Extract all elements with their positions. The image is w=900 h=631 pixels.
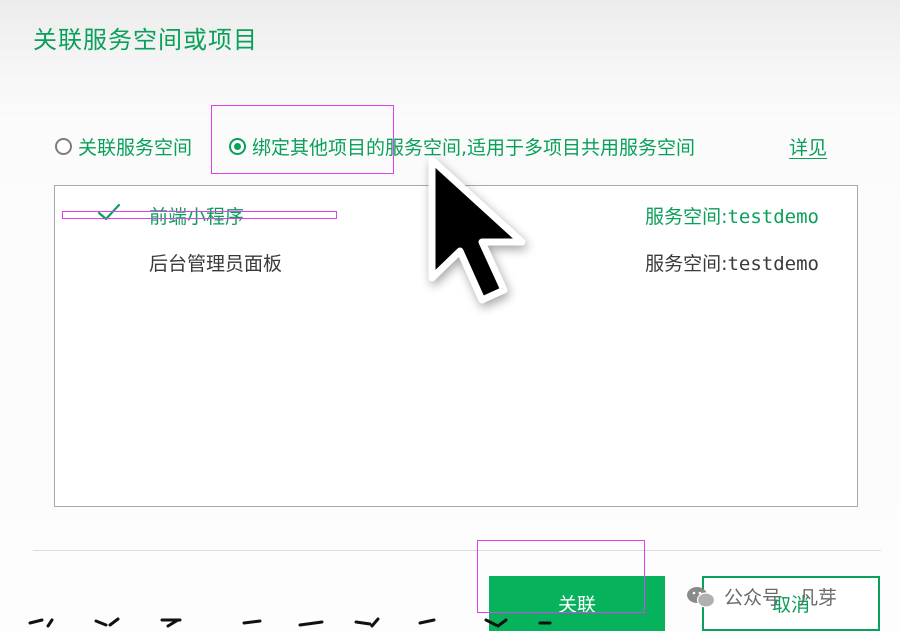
list-item[interactable]: 后台管理员面板 服务空间:testdemo	[55, 241, 857, 281]
dialog-title: 关联服务空间或项目	[33, 26, 258, 54]
radio-link-service-space[interactable]: 关联服务空间	[55, 133, 192, 160]
link-service-space-dialog: 关联服务空间或项目 关联服务空间 绑定其他项目的服务空间,适用于多项目共用服务空…	[0, 0, 900, 631]
service-space-value: testdemo	[727, 206, 819, 228]
wechat-icon	[687, 586, 716, 608]
cropped-text-fragments	[28, 617, 552, 628]
service-space-prefix: 服务空间:	[645, 253, 728, 275]
watermark-source: 公众号	[724, 587, 782, 609]
radio-checked-icon	[229, 138, 246, 155]
list-item[interactable]: 前端小程序 服务空间:testdemo	[55, 194, 857, 234]
project-name: 前端小程序	[149, 206, 245, 228]
project-service-space: 服务空间:testdemo	[645, 249, 819, 276]
watermark-author: 凡芽	[799, 587, 838, 609]
link-mode-radio-group: 关联服务空间 绑定其他项目的服务空间,适用于多项目共用服务空间 详见	[55, 133, 845, 161]
radio-label: 绑定其他项目的服务空间,适用于多项目共用服务空间	[252, 137, 696, 159]
project-list: 前端小程序 服务空间:testdemo 后台管理员面板 服务空间:testdem…	[54, 185, 858, 507]
radio-bind-other-project-space[interactable]: 绑定其他项目的服务空间,适用于多项目共用服务空间	[229, 133, 695, 160]
radio-label: 关联服务空间	[78, 137, 193, 159]
footer-divider	[33, 550, 881, 551]
details-link[interactable]: 详见	[789, 133, 827, 160]
radio-unchecked-icon	[55, 138, 72, 155]
check-icon	[97, 203, 121, 221]
project-service-space: 服务空间:testdemo	[645, 202, 819, 229]
watermark: 公众号 凡芽	[686, 583, 837, 610]
project-name: 后台管理员面板	[149, 253, 283, 275]
service-space-prefix: 服务空间:	[645, 206, 728, 228]
service-space-value: testdemo	[727, 253, 819, 275]
